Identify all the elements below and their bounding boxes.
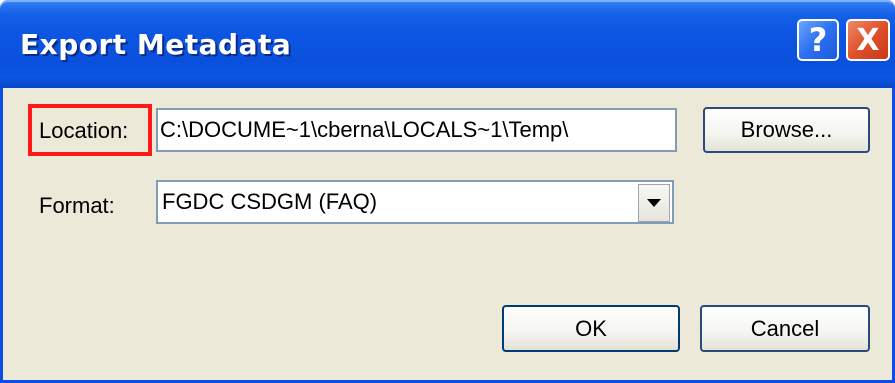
dialog-title: Export Metadata bbox=[20, 28, 292, 61]
location-label: Location: bbox=[39, 118, 129, 143]
location-input[interactable]: C:\DOCUME~1\cberna\LOCALS~1\Temp\ bbox=[156, 108, 677, 152]
format-label: Format: bbox=[39, 193, 115, 218]
browse-button[interactable]: Browse... bbox=[703, 107, 870, 153]
dropdown-arrow-button[interactable] bbox=[638, 184, 670, 222]
help-icon: ? bbox=[808, 21, 828, 59]
ok-button[interactable]: OK bbox=[502, 305, 680, 352]
chevron-down-icon bbox=[647, 199, 661, 207]
close-icon: X bbox=[856, 22, 880, 58]
format-dropdown[interactable]: FGDC CSDGM (FAQ) bbox=[156, 180, 674, 224]
close-button[interactable]: X bbox=[846, 19, 890, 61]
format-selected-value: FGDC CSDGM (FAQ) bbox=[162, 189, 378, 214]
help-button[interactable]: ? bbox=[797, 19, 839, 61]
title-bar[interactable]: Export Metadata ? X bbox=[0, 0, 895, 88]
cancel-button[interactable]: Cancel bbox=[700, 305, 870, 352]
export-metadata-dialog: Export Metadata ? X Location: C:\DOCUME~… bbox=[0, 0, 895, 383]
